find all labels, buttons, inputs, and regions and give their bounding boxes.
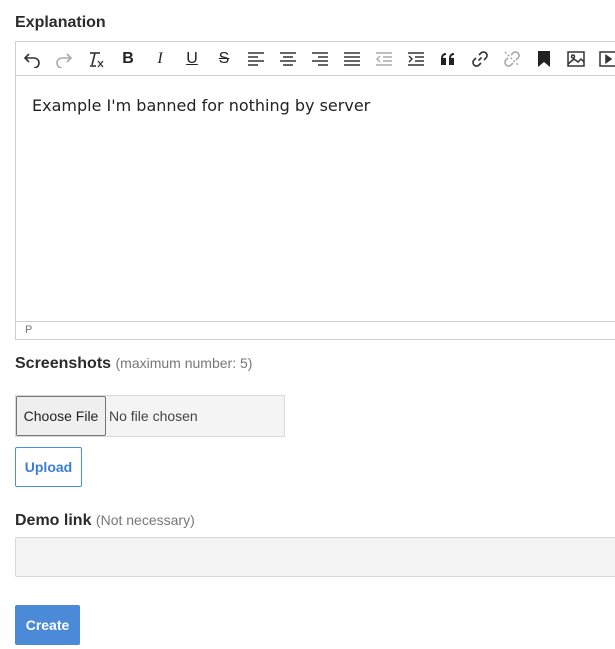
image-icon[interactable]: [564, 47, 588, 71]
outdent-icon[interactable]: [372, 47, 396, 71]
align-left-icon[interactable]: [244, 47, 268, 71]
editor-statusbar: P: [16, 321, 615, 339]
editor-toolbar: B I U S: [16, 42, 615, 76]
strikethrough-icon[interactable]: S: [212, 47, 236, 71]
demo-link-label-text: Demo link: [15, 512, 92, 529]
unlink-icon[interactable]: [500, 47, 524, 71]
redo-icon[interactable]: [52, 47, 76, 71]
align-center-icon[interactable]: [276, 47, 300, 71]
underline-icon[interactable]: U: [180, 47, 204, 71]
demo-link-hint: (Not necessary): [95, 512, 195, 528]
screenshots-label: Screenshots (maximum number: 5): [15, 355, 252, 373]
link-icon[interactable]: [468, 47, 492, 71]
screenshots-hint: (maximum number: 5): [115, 355, 253, 371]
element-path[interactable]: P: [25, 324, 32, 336]
demo-link-input[interactable]: [15, 537, 615, 577]
bold-icon[interactable]: B: [116, 47, 140, 71]
clear-formatting-icon[interactable]: [84, 47, 108, 71]
align-right-icon[interactable]: [308, 47, 332, 71]
editor-content[interactable]: Example I'm banned for nothing by server: [32, 96, 370, 115]
media-icon[interactable]: [596, 47, 615, 71]
file-status: No file chosen: [109, 408, 198, 424]
file-input[interactable]: Choose File No file chosen: [15, 395, 285, 437]
explanation-label: Explanation: [15, 14, 106, 31]
demo-link-label: Demo link (Not necessary): [15, 512, 195, 530]
blockquote-icon[interactable]: [436, 47, 460, 71]
rich-text-editor[interactable]: B I U S Example I'm banned for nothing b…: [15, 41, 615, 340]
align-justify-icon[interactable]: [340, 47, 364, 71]
undo-icon[interactable]: [20, 47, 44, 71]
bookmark-icon[interactable]: [532, 47, 556, 71]
indent-icon[interactable]: [404, 47, 428, 71]
upload-button[interactable]: Upload: [15, 447, 82, 487]
italic-icon[interactable]: I: [148, 47, 172, 71]
screenshots-label-text: Screenshots: [15, 355, 112, 372]
choose-file-button[interactable]: Choose File: [16, 396, 106, 436]
create-button[interactable]: Create: [15, 605, 80, 645]
